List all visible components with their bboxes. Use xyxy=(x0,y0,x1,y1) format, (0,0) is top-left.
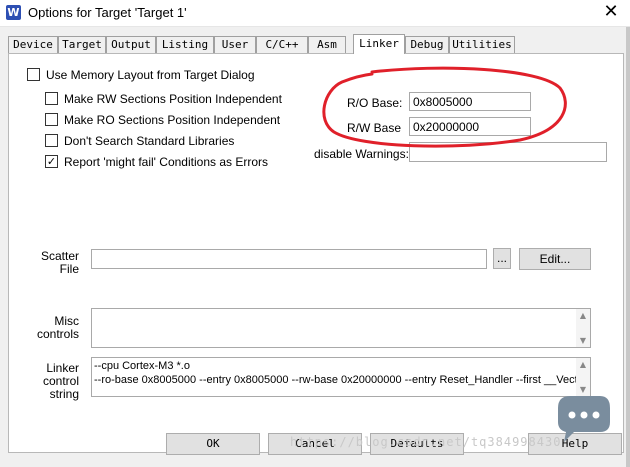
disable-warnings-label: disable Warnings: xyxy=(314,147,409,161)
dialog-client: Device Target Output Listing User C/C++ … xyxy=(0,27,630,467)
cancel-button[interactable]: Cancel xyxy=(268,433,362,455)
close-icon[interactable]: ✕ xyxy=(598,2,624,22)
help-button[interactable]: Help xyxy=(528,433,622,455)
use-memory-layout-option[interactable]: Use Memory Layout from Target Dialog xyxy=(27,68,255,82)
misc-controls-label: Misc controls xyxy=(23,315,79,341)
scatter-browse-button[interactable]: ... xyxy=(493,248,511,269)
dont-search-libs-option[interactable]: Don't Search Standard Libraries xyxy=(45,134,234,148)
ro-base-field[interactable]: 0x8005000 xyxy=(409,92,531,111)
tab-debug[interactable]: Debug xyxy=(405,36,449,53)
linker-control-string-box[interactable]: --cpu Cortex-M3 *.o --ro-base 0x8005000 … xyxy=(91,357,591,397)
rw-base-label: R/W Base xyxy=(347,121,402,135)
tab-c-cpp[interactable]: C/C++ xyxy=(256,36,308,53)
report-might-fail-option[interactable]: ✓ Report 'might fail' Conditions as Error… xyxy=(45,155,268,169)
window-edge-strip xyxy=(626,27,630,467)
linker-scrollbar[interactable]: ▲ ▼ xyxy=(576,358,590,396)
scroll-down-icon[interactable]: ▼ xyxy=(576,336,590,345)
make-ro-independent-option[interactable]: Make RO Sections Position Independent xyxy=(45,113,280,127)
defaults-button[interactable]: Defaults xyxy=(370,433,464,455)
report-might-fail-checkbox[interactable]: ✓ xyxy=(45,155,58,169)
use-memory-layout-checkbox[interactable] xyxy=(27,68,40,82)
scatter-edit-button[interactable]: Edit... xyxy=(519,248,591,270)
scroll-down-icon[interactable]: ▼ xyxy=(576,385,590,394)
tab-listing[interactable]: Listing xyxy=(156,36,214,53)
scatter-file-field[interactable] xyxy=(91,249,487,269)
window-title: Options for Target 'Target 1' xyxy=(28,5,187,20)
dont-search-libs-label: Don't Search Standard Libraries xyxy=(64,134,235,148)
make-ro-independent-label: Make RO Sections Position Independent xyxy=(64,113,281,127)
make-rw-independent-label: Make RW Sections Position Independent xyxy=(64,92,282,106)
ro-base-label: R/O Base: xyxy=(347,96,403,110)
tab-utilities[interactable]: Utilities xyxy=(449,36,515,53)
tab-target[interactable]: Target xyxy=(58,36,106,53)
linker-string-line1: --cpu Cortex-M3 *.o xyxy=(94,360,190,372)
scatter-file-label: Scatter File xyxy=(37,250,79,276)
tab-output[interactable]: Output xyxy=(106,36,156,53)
use-memory-layout-label: Use Memory Layout from Target Dialog xyxy=(46,68,255,82)
linker-label-line3: string xyxy=(49,387,79,401)
report-might-fail-label: Report 'might fail' Conditions as Errors xyxy=(64,155,268,169)
make-rw-independent-option[interactable]: Make RW Sections Position Independent xyxy=(45,92,282,106)
linker-string-line2: --ro-base 0x8005000 --entry 0x8005000 --… xyxy=(94,374,591,386)
make-rw-independent-checkbox[interactable] xyxy=(45,92,58,106)
dont-search-libs-checkbox[interactable] xyxy=(45,134,58,148)
ok-button[interactable]: OK xyxy=(166,433,260,455)
tab-user[interactable]: User xyxy=(214,36,256,53)
misc-scrollbar[interactable]: ▲ ▼ xyxy=(576,309,590,347)
tab-asm[interactable]: Asm xyxy=(308,36,346,53)
tab-device[interactable]: Device xyxy=(8,36,58,53)
scatter-label-line2: File xyxy=(59,262,79,276)
scroll-up-icon[interactable]: ▲ xyxy=(576,360,590,369)
misc-label-line2: controls xyxy=(36,327,79,341)
misc-controls-textarea[interactable]: ▲ ▼ xyxy=(91,308,591,348)
scroll-up-icon[interactable]: ▲ xyxy=(576,311,590,320)
make-ro-independent-checkbox[interactable] xyxy=(45,113,58,127)
disable-warnings-field[interactable] xyxy=(409,142,607,162)
title-bar: W Options for Target 'Target 1' ✕ xyxy=(0,0,630,27)
tab-linker[interactable]: Linker xyxy=(353,34,405,54)
linker-tab-page: Use Memory Layout from Target Dialog Mak… xyxy=(8,53,624,453)
rw-base-field[interactable]: 0x20000000 xyxy=(409,117,531,136)
uvision-app-icon: W xyxy=(6,5,21,20)
linker-control-label: Linker control string xyxy=(23,362,79,401)
